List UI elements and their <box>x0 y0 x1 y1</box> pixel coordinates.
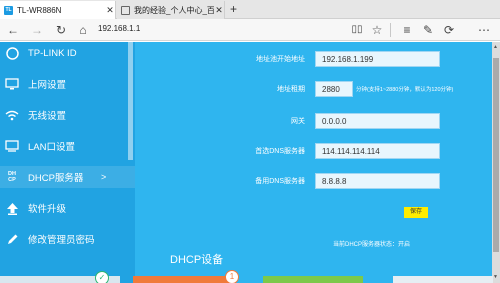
sidebar-item-label: LAN口设置 <box>28 142 75 153</box>
tab-title: 我的经验_个人中心_百度经验 <box>134 5 214 15</box>
sidebar-item-lan-settings[interactable]: LAN口设置 <box>0 135 135 157</box>
save-button[interactable]: 保存 <box>404 207 428 218</box>
favorite-star-icon[interactable]: ☆ <box>368 22 386 38</box>
primary-dns-row: 首选DNS服务器 114.114.114.114 <box>135 143 440 161</box>
secondary-dns-label: 备用DNS服务器 <box>255 178 305 185</box>
sidebar-item-label: TP-LINK ID <box>28 47 77 59</box>
browser-tab-baidu[interactable]: 我的经验_个人中心_百度经验 ✕ <box>117 1 225 19</box>
back-icon[interactable]: ← <box>4 22 22 38</box>
primary-dns-input[interactable]: 114.114.114.114 <box>315 143 440 159</box>
dhcp-icon: DH CP <box>8 171 16 183</box>
sidebar-item-internet-settings[interactable]: 上网设置 <box>0 73 135 95</box>
close-tab-icon[interactable]: ✕ <box>214 5 224 16</box>
web-note-icon[interactable]: ✎ <box>419 22 437 38</box>
wifi-icon <box>5 108 19 122</box>
dhcp-settings-panel: 地址池开始地址 192.168.1.199 地址租期 2880 分钟(支持1~2… <box>135 42 500 283</box>
sidebar-item-label: DHCP服务器 <box>28 173 84 184</box>
count-badge: 1 <box>225 270 239 283</box>
sidebar-item-dhcp-server[interactable]: DH CP DHCP服务器 > <box>0 166 135 188</box>
browser-tab-router[interactable]: TL TL-WR886N ✕ <box>0 1 116 19</box>
sidebar-item-software-upgrade[interactable]: 软件升级 <box>0 197 135 219</box>
gateway-row: 网关 0.0.0.0 <box>135 113 440 131</box>
lease-time-input[interactable]: 2880 <box>315 81 353 97</box>
main-scrollbar[interactable]: ▲ ▼ <box>492 42 500 283</box>
tab-title: TL-WR886N <box>17 5 62 15</box>
sidebar-item-label: 无线设置 <box>28 111 67 122</box>
status-card[interactable] <box>263 276 363 283</box>
status-card[interactable] <box>393 276 493 283</box>
pencil-icon <box>5 232 19 246</box>
close-tab-icon[interactable]: ✕ <box>105 5 115 16</box>
secondary-dns-input[interactable]: 8.8.8.8 <box>315 173 440 189</box>
toolbar-divider <box>390 23 391 37</box>
lease-time-label: 地址租期 <box>277 86 305 93</box>
internet-settings-icon <box>5 77 19 91</box>
share-icon[interactable]: ⟳ <box>440 22 458 38</box>
dhcp-status-text: 当前DHCP服务器状态：开启 <box>333 242 411 248</box>
tp-link-id-icon <box>5 46 19 60</box>
page-favicon-icon <box>121 5 130 15</box>
sidebar-item-change-admin-password[interactable]: 修改管理员密码 <box>0 228 135 250</box>
url-field[interactable]: 192.168.1.1 <box>98 24 140 33</box>
lan-icon <box>5 139 19 153</box>
hub-icon[interactable]: ≡ <box>398 22 416 38</box>
scroll-up-icon[interactable]: ▲ <box>493 44 498 50</box>
scrollbar-thumb[interactable] <box>493 58 499 252</box>
start-address-label: 地址池开始地址 <box>256 56 305 63</box>
more-options-icon[interactable]: ⋯ <box>475 22 493 38</box>
home-icon[interactable]: ⌂ <box>74 22 92 38</box>
router-admin-page: TP-LINK ID 上网设置 无线设置 LAN口设置 DH CP DHCP服务器… <box>0 42 500 283</box>
sidebar-item-label: 修改管理员密码 <box>28 235 95 246</box>
reading-view-icon[interactable]: ▯▯ <box>348 22 366 38</box>
sidebar-item-wireless-settings[interactable]: 无线设置 <box>0 104 135 126</box>
lease-time-hint: 分钟(支持1~2880分钟，默认为120分钟) <box>356 87 454 93</box>
sidebar-item-tp-link-id[interactable]: TP-LINK ID <box>0 42 135 64</box>
lease-time-row: 地址租期 2880 分钟(支持1~2880分钟，默认为120分钟) <box>135 81 453 99</box>
sidebar: TP-LINK ID 上网设置 无线设置 LAN口设置 DH CP DHCP服务器… <box>0 42 135 283</box>
sidebar-scrollbar[interactable] <box>128 42 133 160</box>
scroll-down-icon[interactable]: ▼ <box>493 274 498 280</box>
secondary-dns-row: 备用DNS服务器 8.8.8.8 <box>135 173 440 191</box>
sidebar-item-label: 上网设置 <box>28 80 67 91</box>
chevron-right-icon: > <box>101 172 107 182</box>
forward-icon[interactable]: → <box>28 22 46 38</box>
sidebar-item-label: 软件升级 <box>28 204 67 215</box>
start-address-row: 地址池开始地址 192.168.1.199 <box>135 51 440 69</box>
gateway-input[interactable]: 0.0.0.0 <box>315 113 440 129</box>
refresh-icon[interactable]: ↻ <box>52 22 70 38</box>
gateway-label: 网关 <box>291 118 305 125</box>
upload-icon <box>5 201 19 215</box>
status-card[interactable] <box>133 276 233 283</box>
address-bar-row: ← → ↻ ⌂ 192.168.1.1 ▯▯ ☆ ≡ ✎ ⟳ ⋯ <box>0 19 500 41</box>
start-address-input[interactable]: 192.168.1.199 <box>315 51 440 67</box>
tp-link-favicon-icon: TL <box>4 5 13 15</box>
browser-tab-bar: TL TL-WR886N ✕ 我的经验_个人中心_百度经验 ✕ + <box>0 0 500 19</box>
new-tab-icon[interactable]: + <box>230 2 237 16</box>
check-badge-icon: ✓ <box>95 271 109 283</box>
dhcp-devices-heading: DHCP设备 <box>170 254 224 266</box>
primary-dns-label: 首选DNS服务器 <box>255 148 305 155</box>
